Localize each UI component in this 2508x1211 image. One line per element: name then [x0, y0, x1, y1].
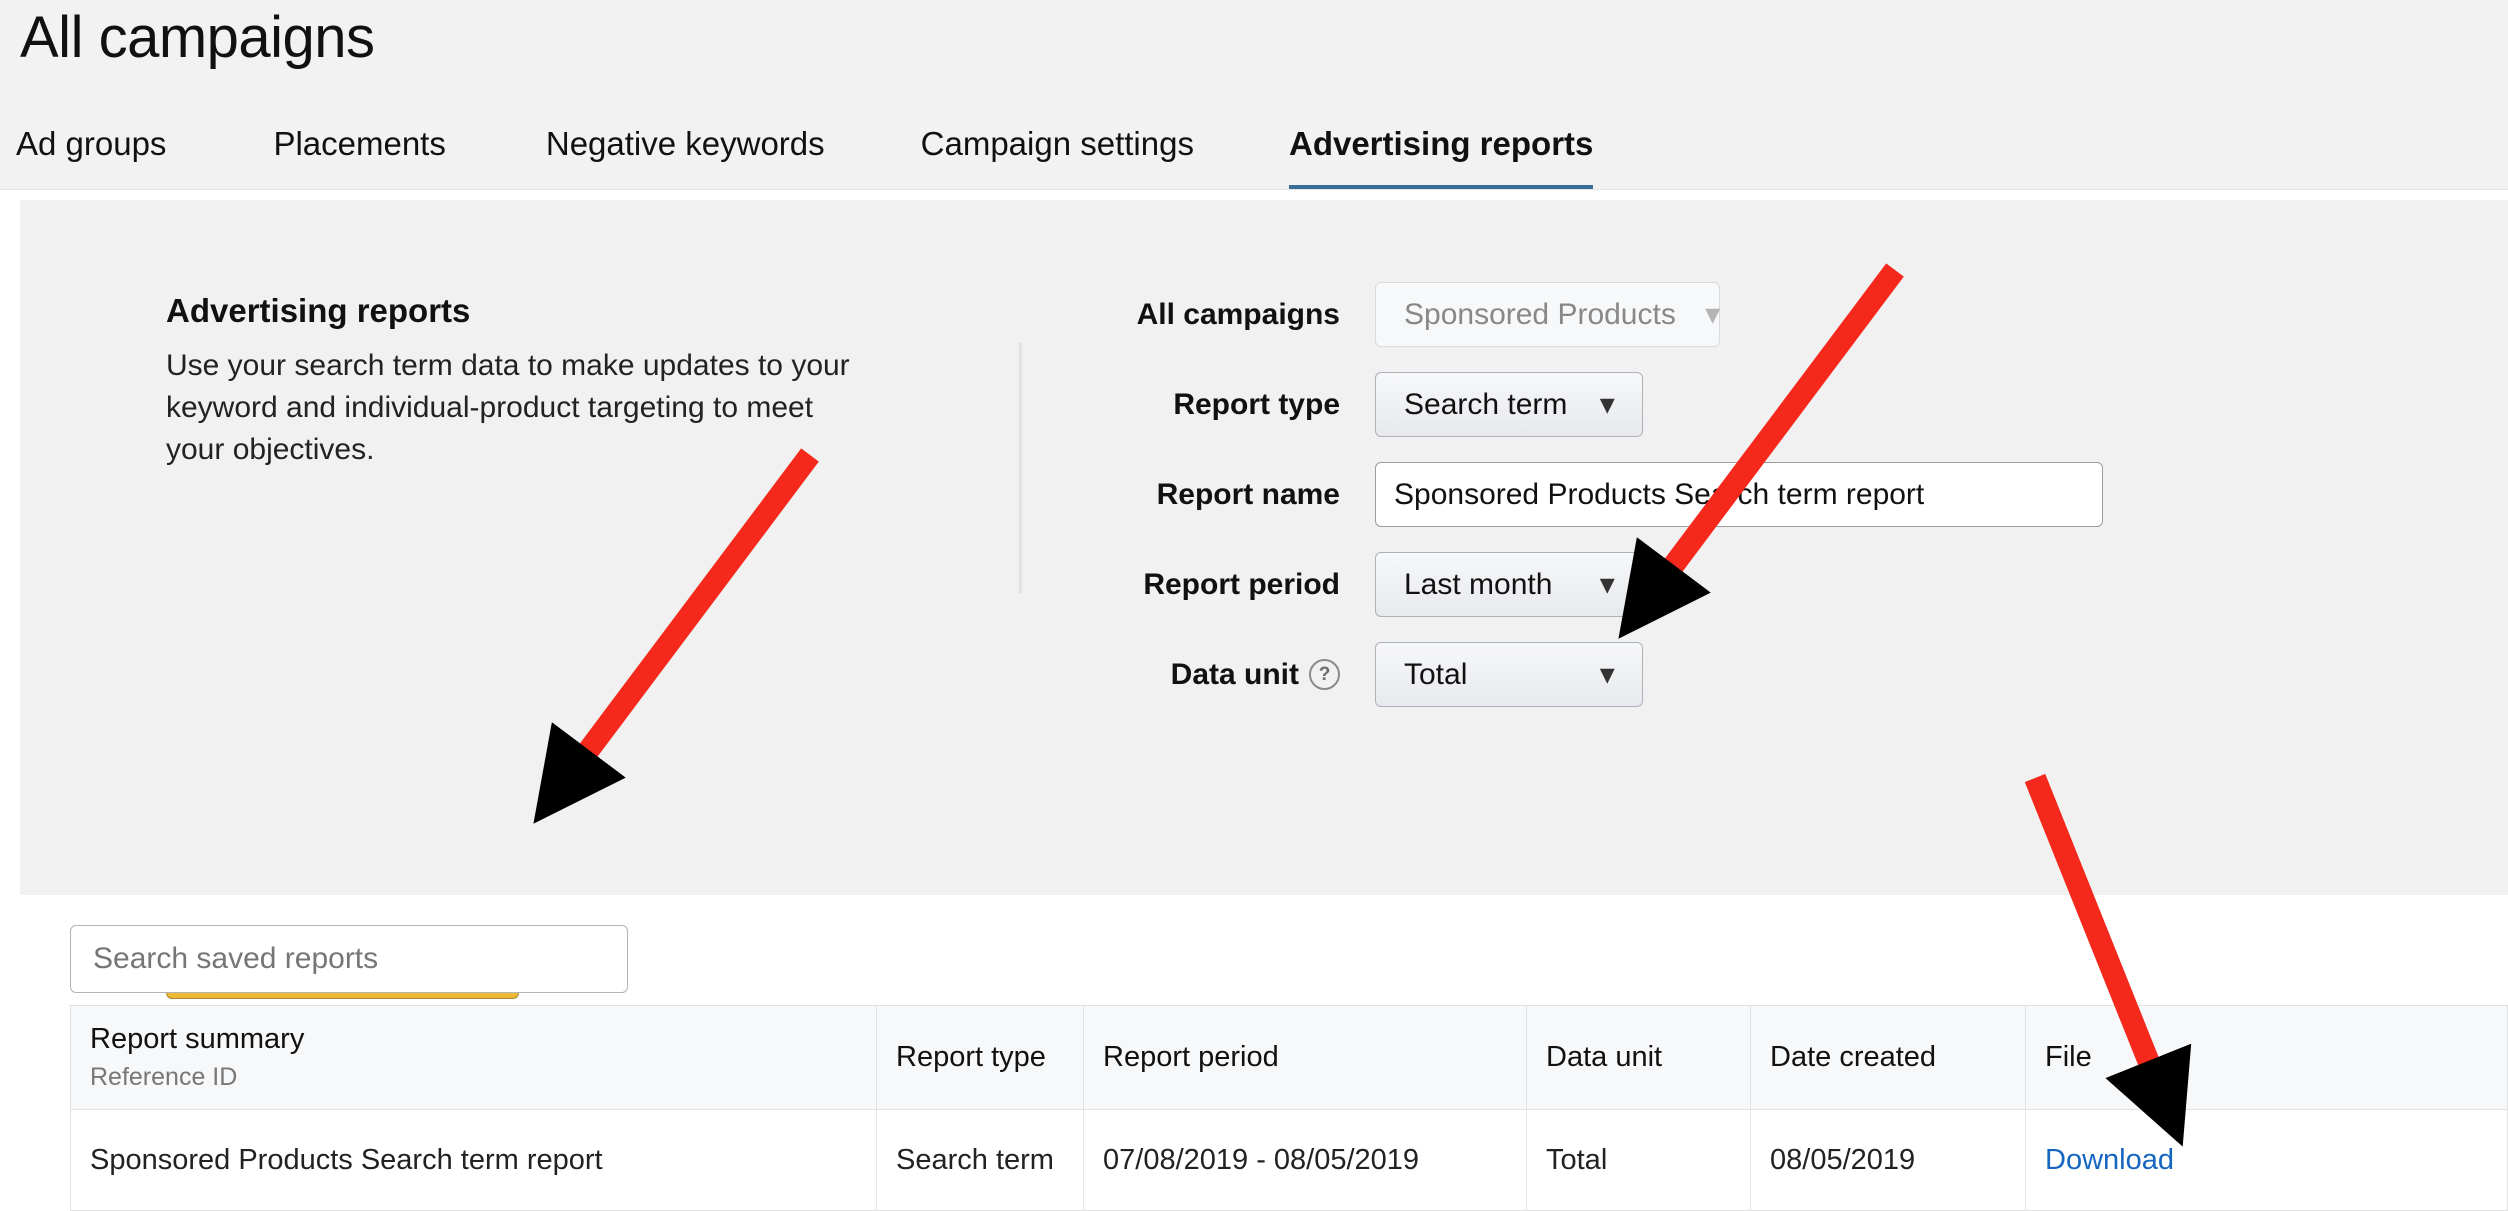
- campaign-type-select: Sponsored Products ▾: [1375, 282, 1720, 347]
- search-saved-reports-input[interactable]: [70, 925, 628, 993]
- table-row: Sponsored Products Search term report Se…: [70, 1109, 2508, 1211]
- cell-report-summary: Sponsored Products Search term report: [71, 1110, 877, 1210]
- column-header-label: Report type: [896, 1041, 1046, 1073]
- field-row-report-name: Report name: [1100, 460, 2103, 529]
- column-header-data-unit: Data unit: [1527, 1006, 1751, 1109]
- tab-negative-keywords[interactable]: Negative keywords: [546, 125, 825, 190]
- data-unit-label: Data unit ?: [1100, 658, 1375, 692]
- column-header-label: Report summary: [90, 1023, 305, 1055]
- tab-placements[interactable]: Placements: [273, 125, 445, 190]
- panel-intro: Advertising reports Use your search term…: [166, 292, 866, 471]
- panel-heading: Advertising reports: [166, 292, 471, 329]
- data-unit-select[interactable]: Total ▾: [1375, 642, 1643, 707]
- chevron-down-icon: ▾: [1600, 659, 1614, 689]
- cell-data-unit: Total: [1527, 1110, 1751, 1210]
- column-header-label: Date created: [1770, 1041, 1937, 1073]
- field-row-campaign: All campaigns Sponsored Products ▾: [1100, 280, 2103, 349]
- column-header-label: File: [2045, 1041, 2092, 1073]
- column-header-report-type: Report type: [877, 1006, 1084, 1109]
- help-icon[interactable]: ?: [1309, 659, 1340, 690]
- tab-bar: Ad groups Placements Negative keywords C…: [16, 112, 1594, 190]
- column-header-file: File: [2026, 1006, 2507, 1109]
- column-header-report-period: Report period: [1084, 1006, 1527, 1109]
- cell-report-period: 07/08/2019 - 08/05/2019: [1084, 1110, 1527, 1210]
- table-header-row: Report summary Reference ID Report type …: [70, 1005, 2508, 1109]
- chevron-down-icon: ▾: [1600, 389, 1614, 419]
- column-header-date-created: Date created: [1751, 1006, 2026, 1109]
- data-unit-value: Total: [1404, 657, 1468, 691]
- chevron-down-icon: ▾: [1705, 299, 1720, 329]
- report-config-form: All campaigns Sponsored Products ▾ Repor…: [1100, 280, 2103, 730]
- page-header: All campaigns Ad groups Placements Negat…: [0, 0, 2508, 190]
- panel-vertical-divider: [1019, 343, 1022, 593]
- column-header-report-summary: Report summary Reference ID: [71, 1006, 877, 1109]
- cell-file: Download: [2026, 1110, 2507, 1210]
- advertising-reports-panel: Advertising reports Use your search term…: [20, 200, 2508, 1042]
- report-period-value: Last month: [1404, 567, 1553, 601]
- screen-root: All campaigns Ad groups Placements Negat…: [0, 0, 2508, 1211]
- data-unit-label-text: Data unit: [1170, 657, 1299, 691]
- report-type-value: Search term: [1404, 387, 1568, 421]
- tab-campaign-settings[interactable]: Campaign settings: [921, 125, 1194, 190]
- report-period-select[interactable]: Last month ▾: [1375, 552, 1643, 617]
- page-title: All campaigns: [20, 5, 375, 70]
- column-header-label: Data unit: [1546, 1041, 1663, 1073]
- campaign-label: All campaigns: [1136, 297, 1340, 331]
- header-divider: [0, 189, 2508, 190]
- field-row-data-unit: Data unit ? Total ▾: [1100, 640, 2103, 709]
- report-period-label: Report period: [1143, 567, 1340, 601]
- saved-reports-table: Report summary Reference ID Report type …: [70, 1005, 2508, 1211]
- tab-advertising-reports[interactable]: Advertising reports: [1288, 125, 1594, 190]
- tab-ad-groups[interactable]: Ad groups: [16, 125, 166, 190]
- report-name-input[interactable]: [1375, 462, 2103, 527]
- report-type-label: Report type: [1173, 387, 1340, 421]
- chevron-down-icon: ▾: [1600, 569, 1614, 599]
- campaign-type-value: Sponsored Products: [1404, 297, 1676, 331]
- panel-description: Use your search term data to make update…: [166, 349, 850, 467]
- cell-date-created: 08/05/2019: [1751, 1110, 2026, 1210]
- report-type-select[interactable]: Search term ▾: [1375, 372, 1643, 437]
- report-name-label: Report name: [1156, 477, 1340, 511]
- column-header-sublabel: Reference ID: [90, 1063, 238, 1091]
- download-link[interactable]: Download: [2045, 1144, 2174, 1177]
- cell-report-type: Search term: [877, 1110, 1084, 1210]
- field-row-report-period: Report period Last month ▾: [1100, 550, 2103, 619]
- field-row-report-type: Report type Search term ▾: [1100, 370, 2103, 439]
- column-header-label: Report period: [1103, 1041, 1279, 1073]
